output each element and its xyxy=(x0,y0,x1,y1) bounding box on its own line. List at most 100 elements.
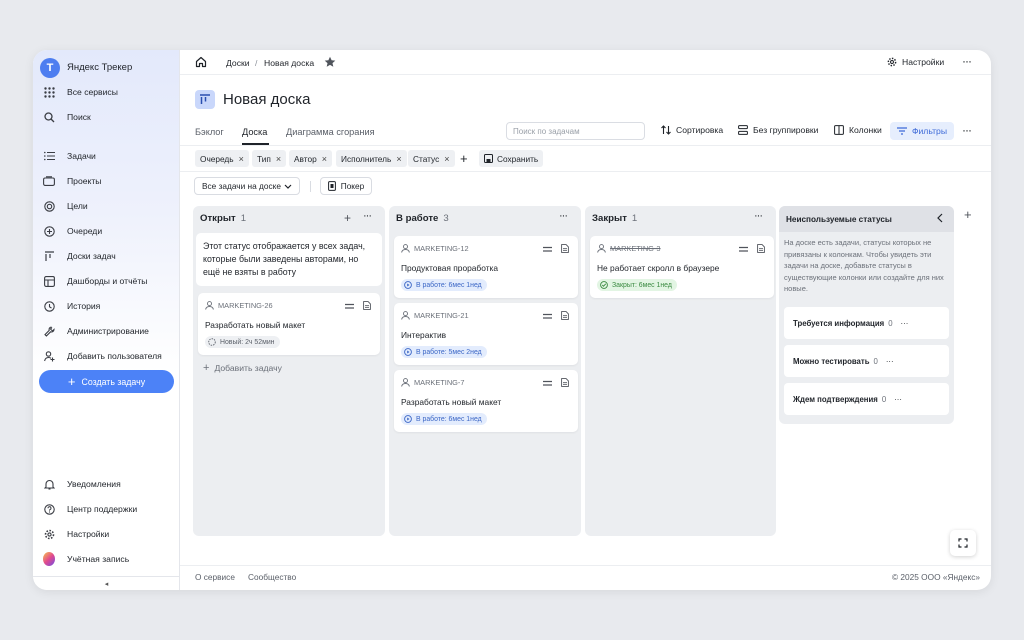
grid-icon xyxy=(43,86,55,98)
sidebar-item-support[interactable]: Центр поддержки xyxy=(43,500,137,518)
sidebar-item-boards[interactable]: Доски задач xyxy=(43,247,116,265)
poker-button[interactable]: Покер xyxy=(320,177,372,195)
create-task-button[interactable]: + Создать задачу xyxy=(39,370,174,393)
check-circle-icon xyxy=(600,281,608,289)
close-icon[interactable]: × xyxy=(239,154,244,164)
task-search-input[interactable]: Поиск по задачам xyxy=(506,122,645,140)
board-column-closed: Закрыт 1 ··· MARKETING-3 Не работает скро… xyxy=(585,206,776,536)
column-count: 3 xyxy=(443,213,449,224)
sidebar-item-queues[interactable]: Очереди xyxy=(43,222,102,240)
status-text: В работе: 6мес 1нед xyxy=(416,281,482,289)
sidebar-item-projects[interactable]: Проекты xyxy=(43,172,101,190)
task-card[interactable]: MARKETING-12 Продуктовая проработка В ра… xyxy=(394,236,578,298)
sidebar-item-goals[interactable]: Цели xyxy=(43,197,88,215)
save-icon xyxy=(484,154,493,163)
footer-community-link[interactable]: Сообщество xyxy=(248,572,296,582)
filter-chip-type[interactable]: Тип × xyxy=(252,150,287,167)
status-name: Ждем подтверждения xyxy=(793,394,878,404)
unused-status-item[interactable]: Ждем подтверждения 0 ··· xyxy=(784,383,949,415)
add-filter-button[interactable]: + xyxy=(457,150,471,167)
unused-status-item[interactable]: Требуется информация 0 ··· xyxy=(784,307,949,339)
sidebar-item-history[interactable]: История xyxy=(43,297,100,315)
filters-button[interactable]: Фильтры xyxy=(890,122,954,140)
tab-backlog[interactable]: Бэклог xyxy=(195,127,224,137)
more-icon[interactable]: ··· xyxy=(886,357,894,366)
close-icon[interactable]: × xyxy=(276,154,281,164)
search-link[interactable]: Поиск xyxy=(43,108,91,126)
status-text: Новый: 2ч 52мин xyxy=(220,338,275,346)
tab-board[interactable]: Доска xyxy=(242,127,267,137)
grouping-button[interactable]: Без группировки xyxy=(738,125,818,135)
help-icon xyxy=(43,503,55,515)
user-icon xyxy=(401,244,410,253)
home-icon[interactable] xyxy=(195,56,207,70)
column-more-icon[interactable]: ··· xyxy=(754,210,763,222)
plus-icon: + xyxy=(67,374,76,389)
sidebar-item-dashboards[interactable]: Дашборды и отчёты xyxy=(43,272,147,290)
sidebar-item-settings[interactable]: Настройки xyxy=(43,525,109,543)
column-more-icon[interactable]: ··· xyxy=(363,210,372,222)
task-type-icon xyxy=(363,301,371,312)
close-icon[interactable]: × xyxy=(396,154,401,164)
column-count: 1 xyxy=(240,213,247,224)
task-card[interactable]: MARKETING-21 Интерактив В работе: 5мес 2… xyxy=(394,303,578,365)
close-icon[interactable]: × xyxy=(322,154,327,164)
task-card[interactable]: MARKETING-26 Разработать новый макет Нов… xyxy=(198,293,380,355)
task-card[interactable]: MARKETING-3 Не работает скролл в браузер… xyxy=(590,236,774,298)
unused-status-item[interactable]: Можно тестировать 0 ··· xyxy=(784,345,949,377)
all-services-link[interactable]: Все сервисы xyxy=(43,83,118,101)
footer-about-link[interactable]: О сервисе xyxy=(195,572,235,582)
sidebar-item-admin[interactable]: Администрирование xyxy=(43,322,149,340)
close-icon[interactable]: × xyxy=(444,154,449,164)
status-text: В работе: 5мес 2нед xyxy=(416,348,482,356)
more-icon[interactable]: ··· xyxy=(894,395,902,404)
board-more-icon[interactable]: ··· xyxy=(962,123,972,137)
collapse-sidebar-button[interactable]: ◂ xyxy=(33,576,180,590)
filter-icon xyxy=(896,127,907,135)
fullscreen-button[interactable] xyxy=(950,530,976,556)
view-select[interactable]: Все задачи на доске xyxy=(194,177,300,195)
chip-label: Статус xyxy=(413,153,440,164)
add-column-icon[interactable]: + xyxy=(964,207,972,222)
task-card[interactable]: MARKETING-7 Разработать новый макет В ра… xyxy=(394,370,578,432)
star-icon[interactable] xyxy=(324,56,336,70)
add-task-button[interactable]: + Добавить задачу xyxy=(203,362,282,374)
save-filter-button[interactable]: Сохранить xyxy=(479,150,544,167)
filter-chip-assignee[interactable]: Исполнитель × xyxy=(336,150,407,167)
admin-icon xyxy=(43,325,55,337)
page-title: Новая доска xyxy=(223,91,311,108)
chevron-left-icon[interactable] xyxy=(937,213,943,225)
sidebar: Т Яндекс Трекер Все сервисы Поиск Задачи… xyxy=(33,50,180,590)
filter-chip-author[interactable]: Автор × xyxy=(289,150,332,167)
status-count: 0 xyxy=(881,394,887,404)
breadcrumb-boards[interactable]: Доски xyxy=(226,58,250,68)
priority-icon xyxy=(543,379,552,389)
status-badge: В работе: 6мес 1нед xyxy=(401,279,487,291)
sidebar-item-label: Проекты xyxy=(67,176,102,186)
columns-button[interactable]: Колонки xyxy=(834,125,882,135)
sidebar-item-tasks[interactable]: Задачи xyxy=(43,147,96,165)
more-icon[interactable]: ··· xyxy=(901,319,909,328)
column-title: Закрыт xyxy=(592,213,627,224)
filter-chip-queue[interactable]: Очередь × xyxy=(195,150,249,167)
settings-button[interactable]: Настройки xyxy=(887,57,944,67)
sort-button[interactable]: Сортировка xyxy=(661,125,723,135)
columns-label: Колонки xyxy=(849,125,882,135)
sidebar-item-notifications[interactable]: Уведомления xyxy=(43,475,121,493)
grouping-icon xyxy=(738,125,748,135)
search-label: Поиск xyxy=(67,112,91,122)
sidebar-item-add-user[interactable]: Добавить пользователя xyxy=(43,347,162,365)
create-task-label: Создать задачу xyxy=(81,376,146,387)
filter-chip-status[interactable]: Статус × xyxy=(408,150,455,167)
priority-icon xyxy=(345,302,354,312)
add-card-icon[interactable]: + xyxy=(344,211,351,225)
tab-burndown[interactable]: Диаграмма сгорания xyxy=(286,127,375,137)
task-title: Разработать новый макет xyxy=(205,320,306,330)
column-header: Закрыт 1 xyxy=(592,213,637,224)
sidebar-item-label: История xyxy=(67,301,101,311)
tracker-logo[interactable]: Т xyxy=(40,58,60,78)
filters-label: Фильтры xyxy=(911,126,948,136)
column-more-icon[interactable]: ··· xyxy=(559,210,568,222)
sidebar-item-account[interactable]: Учётная запись xyxy=(43,550,129,568)
more-menu-icon[interactable]: ··· xyxy=(962,54,972,68)
